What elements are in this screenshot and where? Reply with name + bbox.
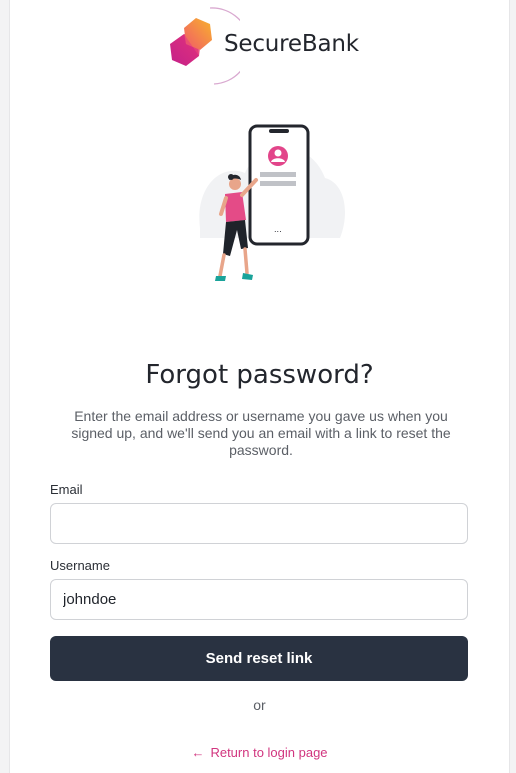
or-divider: or [253, 697, 266, 713]
send-reset-link-button[interactable]: Send reset link [50, 636, 468, 681]
phone-user-illustration: ... [199, 124, 345, 281]
username-label: Username [50, 558, 110, 573]
page-title: Forgot password? [145, 360, 374, 390]
return-to-login-link[interactable]: ← Return to login page [10, 745, 509, 760]
arrow-left-icon: ← [191, 745, 205, 760]
return-link-label: Return to login page [210, 745, 328, 760]
brand-name: SecureBank [224, 31, 359, 57]
email-input[interactable] [50, 503, 468, 544]
username-input[interactable] [50, 579, 468, 620]
email-label: Email [50, 482, 83, 497]
svg-text:...: ... [274, 225, 282, 234]
brand-logo: SecureBank [160, 6, 380, 86]
forgot-password-card: SecureBank ... Forgot password? Enter th… [9, 0, 510, 773]
page-description: Enter the email address or username you … [71, 408, 451, 458]
